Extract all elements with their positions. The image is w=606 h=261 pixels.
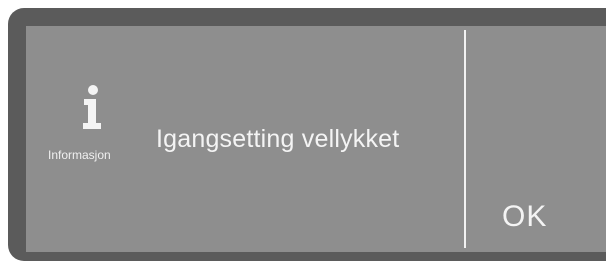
info-icon [83,85,101,129]
device-bezel: Informasjon Igangsetting vellykket OK [0,0,606,261]
info-caption: Informasjon [48,148,111,162]
dialog-message: Igangsetting vellykket [156,125,400,153]
ok-label: OK [502,200,548,233]
ok-button[interactable]: OK [466,30,606,248]
dialog-screen: Informasjon Igangsetting vellykket OK [26,26,606,252]
